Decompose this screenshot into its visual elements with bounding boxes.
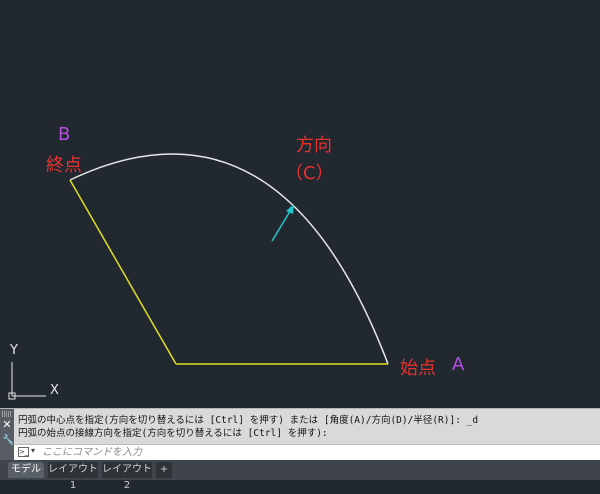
direction-arrow-head [286,204,294,214]
label-a: A [452,354,465,375]
add-layout-button[interactable]: + [156,462,172,478]
command-line-panel: ✕ 🔧 円弧の中心点を指定(方向を切り替えるには [Ctrl] を押す) または… [0,408,600,461]
label-b: B [58,124,71,145]
tab-layout2[interactable]: レイアウト2 [102,462,152,491]
command-line-sidebar: ✕ 🔧 [0,409,14,461]
command-prompt-icon[interactable]: >_ [18,447,29,457]
tab-model[interactable]: モデル [8,462,44,478]
drawing-canvas[interactable]: B 終点 方向 （C） 始点 A Y X [0,0,600,408]
close-icon[interactable]: ✕ [2,419,12,431]
command-input-row: >_ ▾ [14,444,600,461]
ucs-x-label: X [50,383,59,398]
radius-line-left[interactable] [69,179,177,365]
ucs-y-label: Y [10,343,18,358]
label-direction: 方向 [296,135,332,156]
label-c: （C） [285,163,334,184]
tab-layout1[interactable]: レイアウト1 [48,462,98,491]
label-end-point: 終点 [46,155,82,176]
command-input[interactable] [42,446,592,459]
drawing-svg [8,153,389,400]
direction-arrow-shaft [271,207,293,242]
arc[interactable] [69,153,389,365]
label-start-point: 始点 [400,358,436,379]
drag-grip-icon[interactable] [2,411,12,417]
wrench-icon[interactable]: 🔧 [2,435,14,447]
layout-tab-bar: モデル レイアウト1 レイアウト2 + [0,460,600,491]
chevron-down-icon[interactable]: ▾ [31,446,35,455]
command-history-line: 円弧の始点の接線方向を指定(方向を切り替えるには [Ctrl] を押す): [18,428,328,439]
command-history-line: 円弧の中心点を指定(方向を切り替えるには [Ctrl] を押す) または [角度… [18,415,479,426]
